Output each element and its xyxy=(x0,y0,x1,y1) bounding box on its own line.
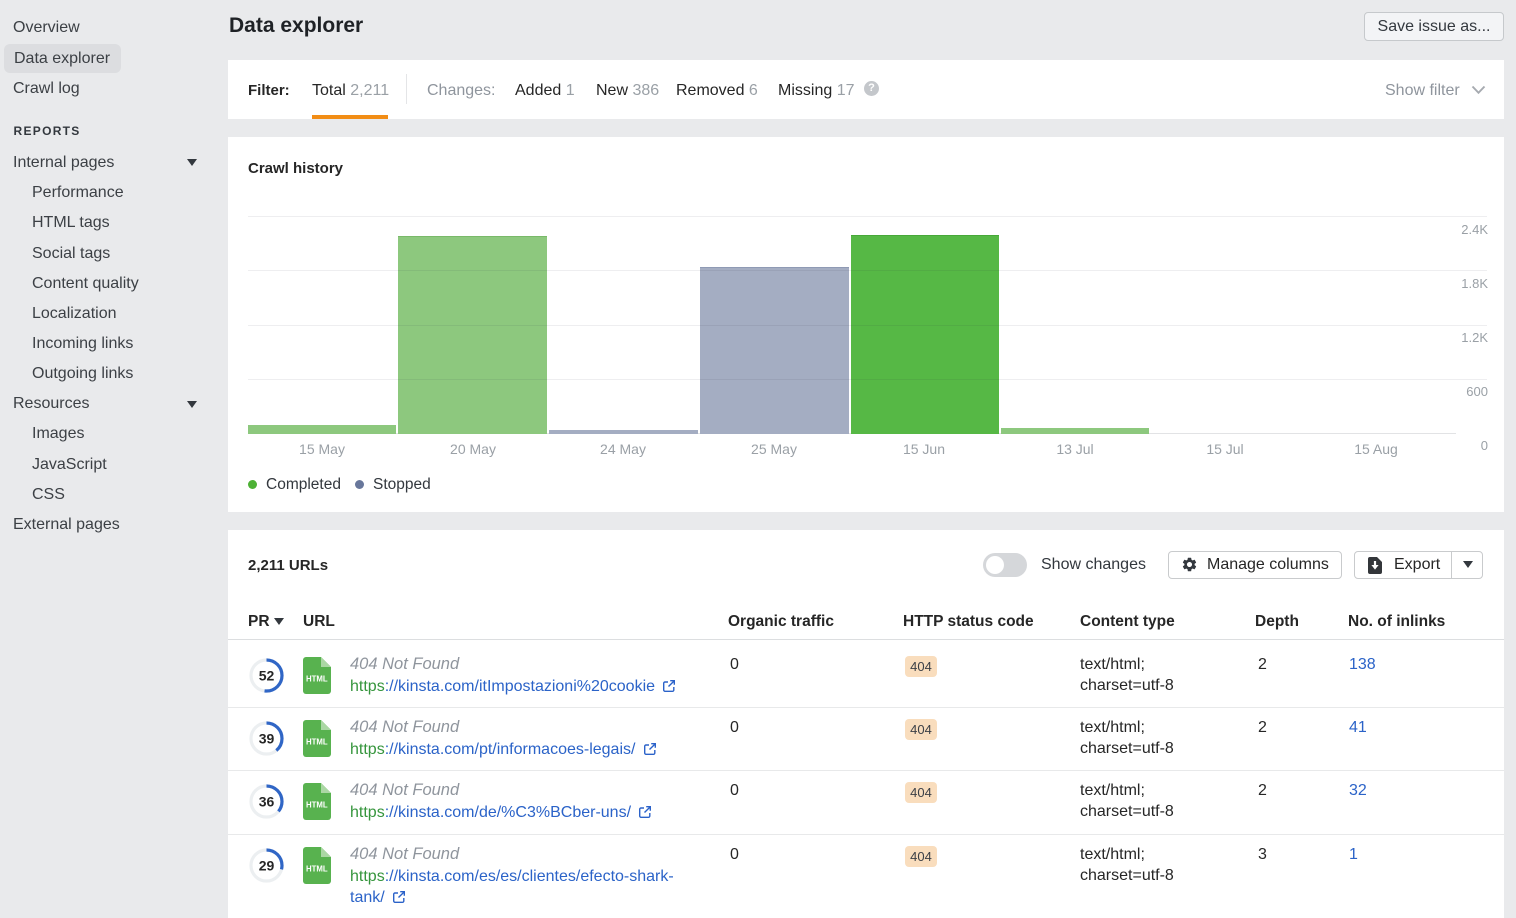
svg-text:39: 39 xyxy=(259,731,275,747)
svg-text:HTML: HTML xyxy=(306,865,328,874)
svg-text:36: 36 xyxy=(259,794,275,810)
svg-text:52: 52 xyxy=(259,668,275,684)
svg-text:29: 29 xyxy=(259,858,275,874)
svg-text:HTML: HTML xyxy=(306,738,328,747)
svg-text:HTML: HTML xyxy=(306,801,328,810)
svg-text:HTML: HTML xyxy=(306,675,328,684)
